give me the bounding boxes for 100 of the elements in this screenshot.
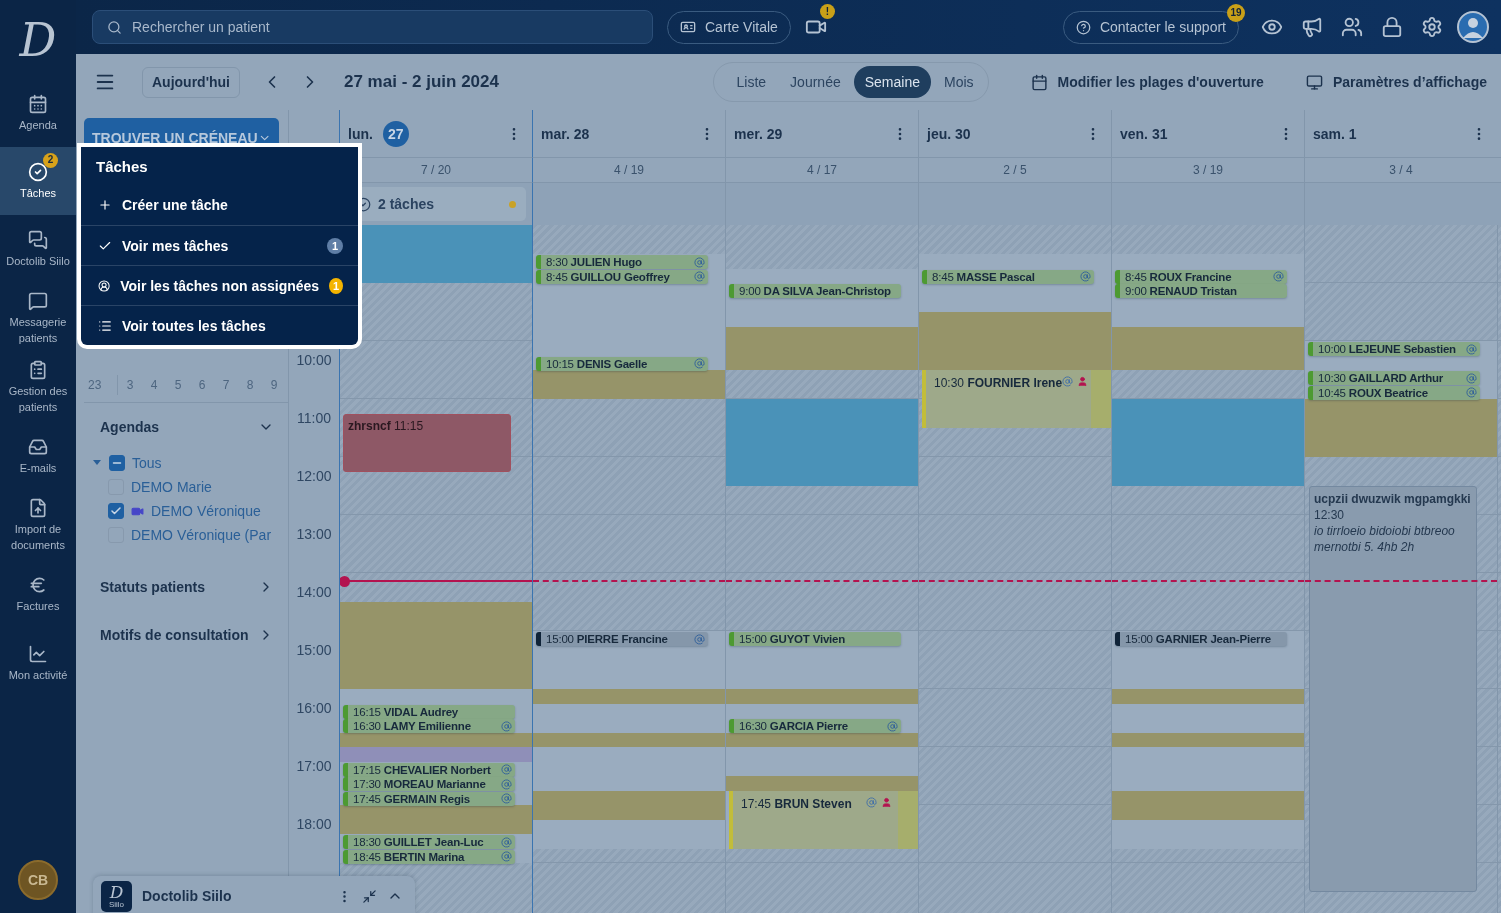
today-date: 27 bbox=[382, 120, 409, 147]
opening-hours-link[interactable]: Modifier les plages d'ouverture bbox=[1030, 73, 1264, 91]
check-icon bbox=[110, 505, 122, 517]
card-icon bbox=[680, 19, 696, 35]
appointment-card[interactable]: 10:30 FOURNIER Irene bbox=[922, 370, 1111, 428]
user-avatar[interactable]: CB bbox=[18, 860, 58, 900]
day-date: 30 bbox=[955, 125, 971, 142]
clipboard-icon bbox=[28, 360, 48, 380]
profile-avatar[interactable] bbox=[1457, 11, 1489, 43]
today-button[interactable]: Aujourd'hui bbox=[142, 66, 240, 98]
appointment-chip[interactable]: 8:30 JULIEN Hugo bbox=[536, 255, 708, 269]
view-tab[interactable]: Mois bbox=[932, 66, 985, 98]
filter-section[interactable]: Motifs de consultation bbox=[84, 611, 288, 659]
line-chart-icon bbox=[28, 644, 48, 664]
appointment-chip[interactable]: 18:30 GUILLET Jean-Luc bbox=[343, 835, 515, 849]
inbox-icon bbox=[28, 437, 48, 457]
agendas-header[interactable]: Agendas bbox=[84, 403, 288, 451]
appointment-chip[interactable]: 9:00 DA SILVA Jean-Christop bbox=[729, 284, 901, 298]
appointment-label: 9:00 DA SILVA Jean-Christop bbox=[739, 285, 891, 297]
current-time-dot bbox=[340, 575, 350, 587]
nav-item[interactable]: Mon activité bbox=[0, 629, 76, 698]
nav-item[interactable]: 2 Tâches bbox=[0, 147, 76, 215]
display-settings-link[interactable]: Paramètres d’affichage bbox=[1305, 73, 1487, 91]
nav-item[interactable]: E-mails bbox=[0, 422, 76, 491]
appointment-label: 17:15 CHEVALIER Norbert bbox=[353, 763, 491, 776]
users-icon[interactable] bbox=[1341, 16, 1363, 38]
nav-item[interactable]: Agenda bbox=[0, 80, 76, 147]
widget-title: Doctolib Siilo bbox=[142, 888, 233, 904]
menu-item[interactable]: Voir les tâches non assignées 1 bbox=[81, 265, 358, 305]
appointment-chip[interactable]: 15:00 GARNIER Jean-Pierre bbox=[1115, 632, 1287, 646]
day-label: mar. bbox=[541, 125, 570, 142]
minimize-icon[interactable] bbox=[362, 888, 377, 904]
day-date: 31 bbox=[1151, 125, 1168, 142]
appointment-label: 10:15 DENIS Gaelle bbox=[546, 357, 648, 370]
appointment-label: 17:45 GERMAIN Regis bbox=[353, 792, 470, 805]
day-column[interactable]: 8:45 ROUX Francine 9:00 RENAUD Tristan 15:00 GARNIER Jean-Pierre bbox=[1111, 225, 1304, 913]
appointment-chip[interactable]: 10:00 LEJEUNE Sebastien bbox=[1308, 342, 1480, 356]
day-label: jeu. bbox=[927, 125, 952, 142]
note-text: io tirrloeio bidoiobi btbreoo mernotbi 5. 4hb 2h bbox=[1314, 523, 1456, 555]
appointment-chip[interactable]: 15:00 PIERRE Francine bbox=[536, 632, 708, 646]
search-field[interactable]: Rechercher un patient bbox=[92, 10, 653, 44]
lock-icon[interactable] bbox=[1381, 16, 1403, 38]
appointment-chip[interactable]: 9:00 RENAUD Tristan bbox=[1115, 284, 1287, 298]
appointment-chip[interactable]: 15:00 GUYOT Vivien bbox=[729, 632, 901, 646]
count-badge: 2 bbox=[43, 152, 58, 168]
user-circle-icon bbox=[98, 278, 111, 293]
absence-block[interactable]: zhrsncf 11:15 bbox=[343, 413, 511, 472]
nav-item[interactable]: Import de documents bbox=[0, 491, 76, 560]
megaphone-icon[interactable] bbox=[1301, 16, 1323, 38]
appointment-chip[interactable]: 17:30 MOREAU Marianne bbox=[343, 777, 515, 791]
appointment-chip[interactable]: 16:30 LAMY Emilienne bbox=[343, 719, 515, 733]
nav-item[interactable]: Gestion des patients bbox=[0, 353, 76, 422]
appointment-label: 17:45 BRUN Steven bbox=[741, 796, 852, 811]
day-column[interactable]: 9:00 DA SILVA Jean-Christop 15:00 GUYOT Vivien 16:30 GARCIA Pierre 17:45 BRUN Steven bbox=[725, 225, 918, 913]
nav-item[interactable]: Messagerie patients bbox=[0, 284, 76, 353]
calendar-icon bbox=[28, 94, 48, 114]
alert-badge: ! bbox=[819, 4, 835, 19]
note-card[interactable]: ucpzii dwuzwik mgpamgkki 12:30 io tirrloeio bidoiobi btbreoo mernotbi 5. 4hb 2h bbox=[1309, 486, 1477, 892]
view-tab[interactable]: Journée bbox=[779, 66, 852, 98]
day-column[interactable]: zhrsncf 11:15 16:15 VIDAL Audrey 16:30 LAMY Emilienne 17:15 CHEVALIER Norbert 17:30 MOREAU Marianne 17:45 GERMAIN Regis 18:30 GUILLET Jean-Luc 18:45 BERTIN Marina bbox=[339, 225, 532, 913]
agenda-label: Tous bbox=[132, 455, 162, 471]
logo[interactable]: D bbox=[0, 0, 76, 80]
menu-item[interactable]: Voir mes tâches 1 bbox=[81, 225, 358, 265]
hour-label: 18:00 bbox=[296, 816, 332, 834]
view-tab[interactable]: Liste bbox=[725, 66, 778, 98]
appointment-chip[interactable]: 16:30 GARCIA Pierre bbox=[729, 719, 901, 733]
file-upload-icon bbox=[28, 498, 48, 518]
settings-icon[interactable] bbox=[1421, 16, 1443, 38]
hour-label: 16:00 bbox=[296, 700, 332, 718]
appointment-label: 10:00 LEJEUNE Sebastien bbox=[1318, 343, 1456, 355]
nav-item[interactable]: Doctolib Siilo bbox=[0, 215, 76, 284]
calendar-icon bbox=[1030, 73, 1048, 91]
absence-label: zhrsncf 11:15 bbox=[348, 418, 424, 433]
filter-section[interactable]: Statuts patients bbox=[84, 563, 288, 611]
hour-label: 14:00 bbox=[296, 584, 332, 602]
day-column[interactable]: 8:45 MASSE Pascal 10:30 FOURNIER Irene bbox=[918, 225, 1111, 913]
hour-label: 11:00 bbox=[297, 410, 331, 428]
appointment-label: 8:45 GUILLOU Geoffrey bbox=[546, 270, 670, 283]
appointment-label: 8:30 JULIEN Hugo bbox=[546, 256, 642, 268]
day-column[interactable]: 8:30 JULIEN Hugo 8:45 GUILLOU Geoffrey 10:15 DENIS Gaelle 15:00 PIERRE Francine bbox=[532, 225, 725, 913]
plus-icon bbox=[98, 198, 112, 212]
nav-item[interactable]: Factures bbox=[0, 560, 76, 629]
checkbox[interactable] bbox=[108, 503, 124, 519]
appointment-label: 8:45 ROUX Francine bbox=[1125, 270, 1232, 283]
hour-label: 17:00 bbox=[296, 758, 332, 776]
appointment-label: 15:00 GUYOT Vivien bbox=[739, 633, 846, 645]
checkbox[interactable] bbox=[109, 455, 125, 471]
appointment-label: 9:00 RENAUD Tristan bbox=[1125, 285, 1237, 297]
appointment-chip[interactable]: 10:30 GAILLARD Arthur bbox=[1308, 371, 1480, 385]
appointment-label: 16:30 LAMY Emilienne bbox=[353, 720, 471, 732]
chat-bubbles-icon bbox=[28, 230, 48, 250]
appointment-card[interactable]: 17:45 BRUN Steven bbox=[729, 790, 918, 849]
appointment-label: 15:00 GARNIER Jean-Pierre bbox=[1125, 633, 1271, 645]
day-column[interactable]: 10:00 LEJEUNE Sebastien 10:30 GAILLARD Arthur 10:45 ROUX Beatrice ucpzii dwuzwik mgpamgkki 12:30 io tirrloeio bidoiobi btbreoo mernotbi 5. 4hb 2h bbox=[1304, 225, 1497, 913]
menu-title: Tâches bbox=[95, 156, 149, 177]
menu-item[interactable]: Voir toutes les tâches bbox=[81, 305, 358, 345]
view-tab[interactable]: Semaine bbox=[853, 66, 931, 98]
search-icon bbox=[107, 19, 122, 35]
day-date: 28 bbox=[573, 125, 590, 142]
day-label: sam. bbox=[1313, 125, 1345, 142]
